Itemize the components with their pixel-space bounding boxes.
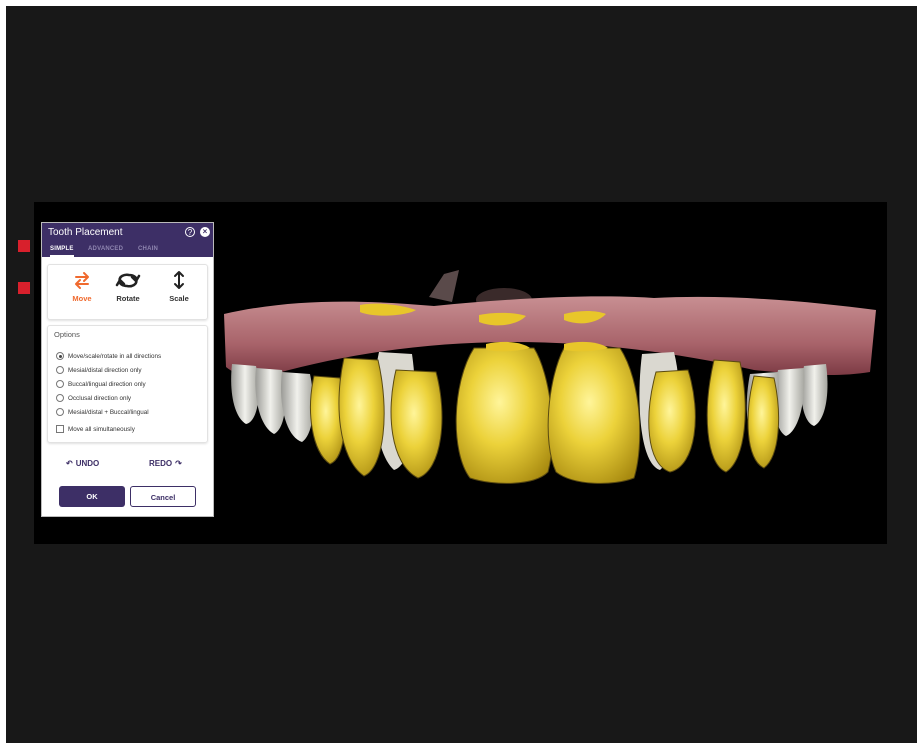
cancel-button[interactable]: Cancel — [130, 486, 196, 507]
option-label: Move/scale/rotate in all directions — [68, 352, 162, 360]
panel-title: Tooth Placement — [48, 227, 123, 238]
undo-icon: ↶ — [66, 459, 73, 468]
rotate-tool-button[interactable]: Rotate — [108, 270, 148, 303]
radio-button[interactable] — [56, 352, 64, 360]
radio-button[interactable] — [56, 408, 64, 416]
undo-button[interactable]: ↶ UNDO — [66, 459, 99, 468]
ok-button[interactable]: OK — [59, 486, 125, 507]
red-marker-top — [18, 240, 30, 252]
tab-advanced[interactable]: ADVANCED — [88, 244, 123, 255]
radio-button[interactable] — [56, 394, 64, 402]
rotate-label: Rotate — [116, 294, 140, 303]
move-all-checkbox-row[interactable]: Move all simultaneously — [56, 424, 135, 434]
scale-label: Scale — [169, 294, 189, 303]
help-icon[interactable]: ? — [185, 227, 195, 237]
panel-header: Tooth Placement ? × SIMPLE ADVANCED CHAI… — [42, 223, 213, 257]
option-mesial-distal-buccal-lingual[interactable]: Mesial/distal + Buccal/lingual — [56, 407, 149, 417]
close-icon[interactable]: × — [200, 227, 210, 237]
tab-chain[interactable]: CHAIN — [138, 244, 158, 255]
move-all-label: Move all simultaneously — [68, 425, 135, 433]
option-buccal-lingual[interactable]: Buccal/lingual direction only — [56, 379, 146, 389]
options-group: Options Move/scale/rotate in all directi… — [47, 325, 208, 443]
option-label: Mesial/distal + Buccal/lingual — [68, 408, 149, 416]
move-label: Move — [72, 294, 92, 303]
tooth-placement-panel: Tooth Placement ? × SIMPLE ADVANCED CHAI… — [41, 222, 214, 517]
rotate-icon — [115, 273, 141, 288]
transform-tools: Move Rotate Scale — [47, 264, 208, 320]
tab-bar: SIMPLE ADVANCED CHAIN — [42, 244, 213, 257]
radio-button[interactable] — [56, 366, 64, 374]
redo-button[interactable]: REDO ↷ — [149, 459, 182, 468]
scale-tool-button[interactable]: Scale — [159, 270, 199, 303]
radio-button[interactable] — [56, 380, 64, 388]
option-mesial-distal[interactable]: Mesial/distal direction only — [56, 365, 142, 375]
redo-icon: ↷ — [175, 459, 182, 468]
option-label: Buccal/lingual direction only — [68, 380, 146, 388]
option-all-directions[interactable]: Move/scale/rotate in all directions — [56, 351, 161, 361]
move-tool-button[interactable]: Move — [62, 270, 102, 303]
options-title: Options — [54, 330, 80, 339]
red-marker-bottom — [18, 282, 30, 294]
scale-icon — [174, 271, 184, 289]
move-icon — [75, 272, 89, 289]
tab-simple[interactable]: SIMPLE — [50, 244, 74, 257]
option-label: Occlusal direction only — [68, 394, 131, 402]
undo-label: UNDO — [75, 459, 100, 468]
move-all-checkbox[interactable] — [56, 425, 64, 433]
option-occlusal[interactable]: Occlusal direction only — [56, 393, 131, 403]
redo-label: REDO — [149, 459, 173, 468]
option-label: Mesial/distal direction only — [68, 366, 142, 374]
